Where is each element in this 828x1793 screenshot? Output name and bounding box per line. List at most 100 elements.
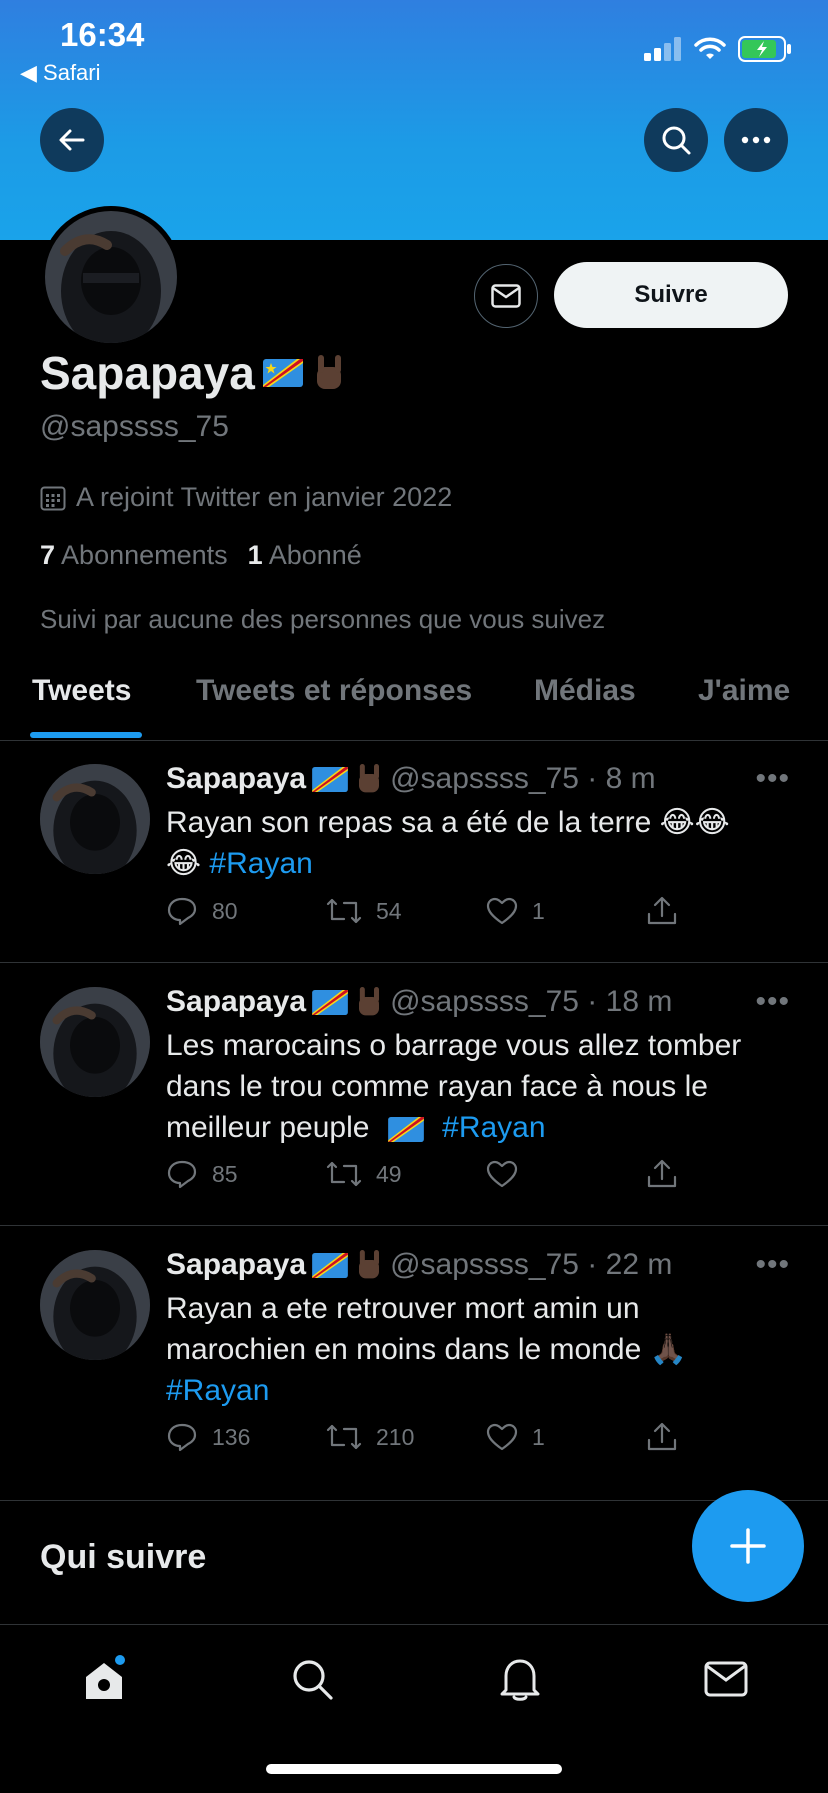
reply-icon xyxy=(167,1423,197,1452)
retweet-button[interactable]: 54 xyxy=(326,897,486,925)
follow-button[interactable]: Suivre xyxy=(554,262,788,328)
tab-tweets-replies[interactable]: Tweets et réponses xyxy=(196,674,472,708)
followers-link[interactable]: 1 Abonné xyxy=(248,540,362,571)
tweet-meta: @sapssss_75 · 18 m xyxy=(390,985,673,1018)
avatar-photo xyxy=(40,1250,150,1360)
nav-notifications[interactable] xyxy=(494,1653,546,1705)
search-icon xyxy=(662,126,691,155)
tab-likes[interactable]: J'aime xyxy=(698,674,790,708)
wifi-icon xyxy=(694,37,726,59)
tweet-header: Sapapaya @sapssss_75 · 18 m xyxy=(166,985,672,1019)
tweet-text: Rayan son repas sa a été de la terre 😂😂 … xyxy=(166,802,796,884)
retweet-count: 49 xyxy=(376,1160,402,1187)
reply-count: 136 xyxy=(212,1423,251,1450)
compose-tweet-button[interactable] xyxy=(692,1490,804,1602)
back-to-safari[interactable]: ◀ Safari xyxy=(20,60,101,86)
hashtag-link[interactable]: #Rayan xyxy=(209,847,312,880)
reply-icon xyxy=(167,897,197,926)
like-button[interactable]: 1 xyxy=(486,897,646,925)
back-button[interactable] xyxy=(40,108,104,172)
rock-on-hand-icon xyxy=(316,355,341,389)
retweet-count: 210 xyxy=(376,1423,415,1450)
reply-icon xyxy=(167,1160,197,1189)
following-label: Abonnements xyxy=(61,540,228,570)
compose-icon xyxy=(730,1528,766,1564)
display-name: Sapapaya xyxy=(40,347,255,399)
following-count: 7 xyxy=(40,540,56,570)
retweet-button[interactable]: 49 xyxy=(326,1160,486,1188)
tweet[interactable]: Sapapaya @sapssss_75 · 8 m ••• Rayan son… xyxy=(0,740,828,963)
drc-flag-icon xyxy=(262,359,303,387)
more-options-button[interactable] xyxy=(724,108,788,172)
signal-icon xyxy=(644,37,681,61)
status-indicators xyxy=(644,36,792,62)
profile-avatar[interactable] xyxy=(40,206,182,348)
profile-handle: @sapssss_75 xyxy=(40,410,229,443)
tweet-meta: @sapssss_75 · 8 m xyxy=(390,762,656,795)
bell-icon xyxy=(500,1659,540,1701)
hashtag-link[interactable]: #Rayan xyxy=(166,1374,269,1407)
rock-on-hand-icon xyxy=(359,1250,380,1279)
tweet[interactable]: Sapapaya @sapssss_75 · 22 m ••• Rayan a … xyxy=(0,1226,828,1501)
nav-search[interactable] xyxy=(286,1653,338,1705)
tweet-more-icon[interactable]: ••• xyxy=(755,1248,790,1282)
rock-on-hand-icon xyxy=(359,987,380,1016)
tweet-avatar[interactable] xyxy=(40,987,150,1097)
home-icon xyxy=(86,1655,125,1699)
tweet-avatar[interactable] xyxy=(40,764,150,874)
reply-button[interactable]: 80 xyxy=(166,896,326,926)
share-button[interactable] xyxy=(646,1422,806,1452)
tweet-avatar[interactable] xyxy=(40,1250,150,1360)
joined-text: A rejoint Twitter en janvier 2022 xyxy=(76,482,453,512)
home-indicator xyxy=(266,1764,562,1774)
drc-flag-icon xyxy=(387,1116,424,1142)
retweet-button[interactable]: 210 xyxy=(326,1423,486,1451)
calendar-icon xyxy=(40,486,66,510)
tweet-text-line: marochien en moins dans le monde 🙏🏿 xyxy=(166,1333,687,1366)
tweet[interactable]: Sapapaya @sapssss_75 · 18 m ••• Les maro… xyxy=(0,963,828,1226)
tweet-actions: 85 49 xyxy=(166,1159,806,1189)
like-icon xyxy=(486,1423,518,1451)
share-icon xyxy=(647,1422,677,1451)
share-button[interactable] xyxy=(646,896,806,926)
message-button[interactable] xyxy=(474,264,538,328)
tab-tweets[interactable]: Tweets xyxy=(32,674,131,708)
drc-flag-icon xyxy=(312,989,348,1015)
hashtag-link[interactable]: #Rayan xyxy=(442,1111,545,1144)
like-icon xyxy=(486,1160,518,1188)
following-link[interactable]: 7 Abonnements xyxy=(40,540,228,571)
avatar-photo xyxy=(40,764,150,874)
reply-button[interactable]: 85 xyxy=(166,1159,326,1189)
share-icon xyxy=(647,1159,677,1188)
like-count: 1 xyxy=(532,1423,545,1450)
tweet-text-line: Rayan a ete retrouver mort amin un xyxy=(166,1292,640,1325)
reply-count: 80 xyxy=(212,897,238,924)
follow-stats: 7 Abonnements 1 Abonné xyxy=(40,540,362,571)
drc-flag-icon xyxy=(312,766,348,792)
tweet-more-icon[interactable]: ••• xyxy=(755,762,790,796)
drc-flag-icon xyxy=(312,1252,348,1278)
tweet-author: Sapapaya xyxy=(166,762,307,795)
mail-icon xyxy=(704,1661,748,1697)
profile-tabs: Tweets Tweets et réponses Médias J'aime xyxy=(0,660,828,741)
search-button[interactable] xyxy=(644,108,708,172)
reply-button[interactable]: 136 xyxy=(166,1422,326,1452)
retweet-icon xyxy=(326,1161,362,1187)
like-count: 1 xyxy=(532,897,545,924)
status-time: 16:34 xyxy=(60,16,145,53)
retweet-icon xyxy=(326,898,362,924)
mail-icon xyxy=(491,284,521,308)
like-button[interactable] xyxy=(486,1160,646,1188)
tweet-more-icon[interactable]: ••• xyxy=(755,985,790,1019)
like-button[interactable]: 1 xyxy=(486,1423,646,1451)
tweet-actions: 80 54 1 xyxy=(166,896,806,926)
nav-messages[interactable] xyxy=(700,1653,752,1705)
rock-on-hand-icon xyxy=(359,764,380,793)
share-button[interactable] xyxy=(646,1159,806,1189)
followers-count: 1 xyxy=(247,540,263,570)
nav-home[interactable] xyxy=(78,1653,130,1705)
tab-media[interactable]: Médias xyxy=(534,674,636,708)
followers-label: Abonné xyxy=(268,540,362,570)
like-icon xyxy=(486,897,518,925)
tweet-text-line: Rayan son repas sa a été de la terre 😂😂 xyxy=(166,806,730,839)
